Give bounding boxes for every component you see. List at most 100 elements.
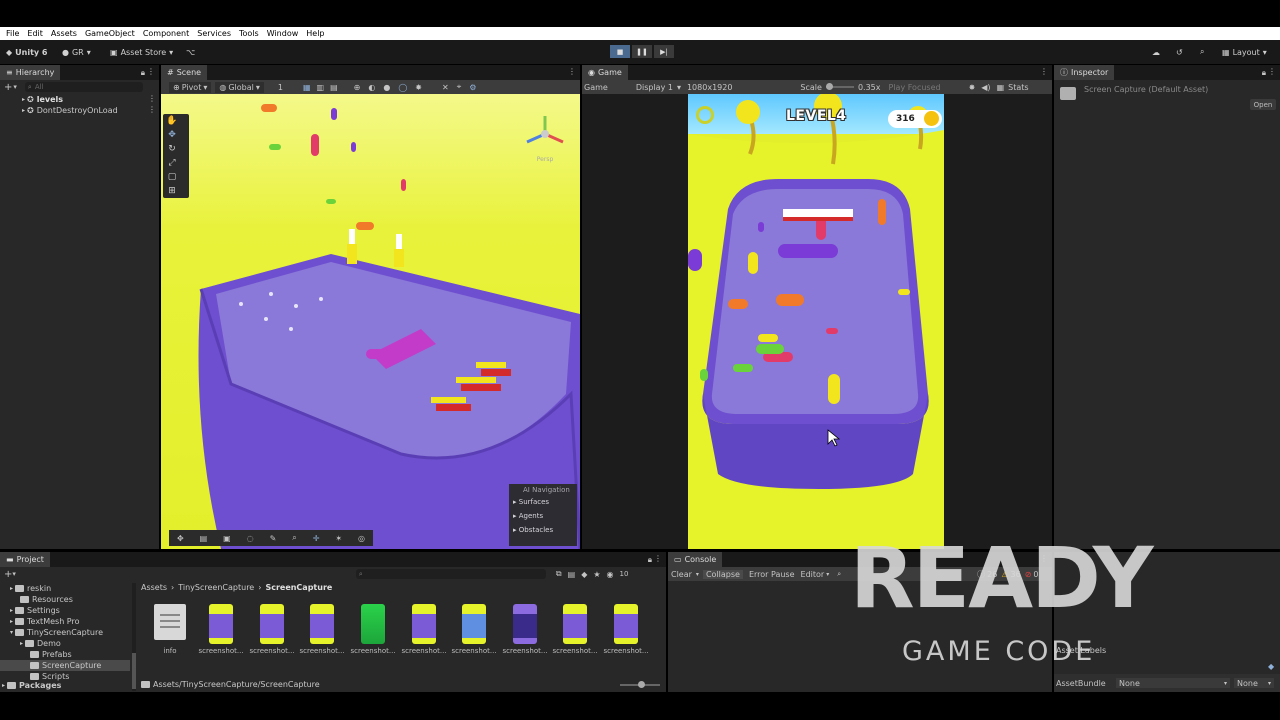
tag-icon[interactable]: ◆ [1268,662,1274,671]
tree-item-prefabs[interactable]: Prefabs [30,649,72,660]
type-filter-icon[interactable]: ▤ [568,570,576,579]
star-icon[interactable]: ★ [593,570,600,579]
menu-assets[interactable]: Assets [51,29,77,38]
camera-icon[interactable]: ◎ [358,534,365,543]
game-mode-dropdown[interactable]: Game [584,83,608,92]
tree-item-packages[interactable]: ▸ Packages [2,680,61,691]
tab-hierarchy[interactable]: ≡ Hierarchy [0,65,61,80]
tab-project[interactable]: ▬ Project [0,552,50,567]
search-icon[interactable]: ⌕ [1200,46,1204,58]
kebab-menu-icon[interactable]: ⋮ [148,105,156,114]
cloud-icon[interactable]: ☁ [1152,46,1160,58]
settings-ring-icon[interactable] [696,106,714,124]
scale-tool-icon[interactable]: ⤢ [163,156,181,170]
light-icon[interactable]: ✶ [335,534,342,543]
transform-tool-icon[interactable]: ⊞ [163,184,181,198]
tree-item-textmesh-pro[interactable]: ▸ TextMesh Pro [10,616,80,627]
audio-icon[interactable]: ◀) [981,83,990,92]
orbit-icon[interactable]: ◌ [247,534,254,543]
tree-scrollbar[interactable] [132,583,136,691]
tab-scene[interactable]: # Scene [161,65,208,80]
grid-toggle-icon[interactable]: ▦ [303,83,311,92]
tab-inspector[interactable]: ⓘ Inspector [1054,65,1115,80]
kebab-menu-icon[interactable]: ⋮ [568,67,576,76]
chevron-down-icon[interactable]: ▾ [13,83,17,91]
pivot-dropdown[interactable]: ⊕ Pivot ▾ [169,81,212,93]
menu-component[interactable]: Component [143,29,189,38]
snap-icon[interactable]: ▥ [317,83,325,92]
tree-item-settings[interactable]: ▸ Settings [10,605,60,616]
menu-gameobject[interactable]: GameObject [85,29,135,38]
screenshot-thumbnail[interactable] [563,604,587,644]
lock-icon[interactable]: 🔒︎ [1262,68,1266,78]
resolution-dropdown[interactable]: 1080x1920 [687,83,732,92]
gizmos-icon[interactable]: ⚙ [469,83,476,92]
hierarchy-search-input[interactable]: ⌕ All [24,82,143,92]
asset-variant-dropdown[interactable]: None ▾ [1234,678,1274,688]
ai-nav-obstacles[interactable]: ▸ Obstacles [509,520,577,534]
sphere-icon[interactable]: ● [383,83,390,92]
add-icon[interactable]: + [4,569,12,580]
grid-icon[interactable]: ▤ [200,534,208,543]
menu-edit[interactable]: Edit [27,29,43,38]
menu-tools[interactable]: Tools [239,29,259,38]
hierarchy-item-levels[interactable]: ▸ ✪ levels [22,94,63,105]
move-tool-icon[interactable]: ✥ [163,128,181,142]
screenshot-thumbnail[interactable] [260,604,284,644]
tree-item-screencapture[interactable]: ScreenCapture [0,660,130,671]
project-search-input[interactable]: ⌕ [355,569,546,579]
pause-button[interactable]: ❚❚ [632,45,652,58]
shaded-icon[interactable]: ◐ [368,83,375,92]
ai-nav-surfaces[interactable]: ▸ Surfaces [509,494,577,506]
kebab-menu-icon[interactable]: ⋮ [1268,67,1276,76]
menu-services[interactable]: Services [197,29,231,38]
error-pause-button[interactable]: Error Pause [749,570,795,579]
tools-icon[interactable]: ⌖ [457,82,462,92]
editor-dropdown[interactable]: Editor [801,570,825,579]
screenshot-thumbnail[interactable] [361,604,385,644]
clear-button[interactable]: Clear [671,570,692,579]
increment-snap-icon[interactable]: ▤ [330,83,338,92]
move-icon[interactable]: ✥ [177,534,184,543]
tree-item-demo[interactable]: ▸ Demo [20,638,61,649]
breadcrumb-tinyscreencapture[interactable]: TinyScreenCapture [178,583,254,592]
step-button[interactable]: ▶| [654,45,674,58]
label-icon[interactable]: ◆ [581,570,587,579]
add-icon[interactable]: + [4,82,12,93]
effects-icon[interactable]: ✸ [415,83,422,92]
tree-item-tinyscreencapture[interactable]: ▾ TinyScreenCapture [10,627,103,638]
menu-file[interactable]: File [6,29,19,38]
asset-bundle-dropdown[interactable]: None ▾ [1116,678,1230,688]
zoom-slider[interactable] [620,681,660,688]
tree-item-reskin[interactable]: ▸ reskin [10,583,51,594]
menu-window[interactable]: Window [267,29,299,38]
breadcrumb-assets[interactable]: Assets [141,583,167,592]
orientation-gizmo[interactable]: Persp [523,114,567,164]
grid-icon[interactable]: ▦ [997,83,1005,92]
eye-icon[interactable]: ◉ [607,570,614,579]
screenshot-thumbnail[interactable] [462,604,486,644]
global-dropdown[interactable]: ◍ Global ▾ [215,81,264,93]
breadcrumb-screencapture[interactable]: ScreenCapture [265,583,332,592]
scale-slider[interactable] [825,83,854,90]
tree-item-resources[interactable]: Resources [20,594,73,605]
hand-tool-icon[interactable]: ✋ [163,114,181,128]
stats-button[interactable]: Stats [1008,83,1028,92]
screenshot-thumbnail[interactable] [513,604,537,644]
tab-game[interactable]: ◉ Game [582,65,628,80]
slider-handle[interactable] [825,83,833,90]
version-control-icon[interactable]: ⌥ [186,46,195,58]
ai-nav-agents[interactable]: ▸ Agents [509,506,577,520]
lock-icon[interactable]: 🔒︎ [141,68,145,78]
open-button[interactable]: Open [1250,99,1276,110]
rect-tool-icon[interactable]: ▢ [163,170,181,184]
slider-handle[interactable] [638,681,645,688]
visibility-icon[interactable]: ✕ [442,83,449,92]
box-icon[interactable]: ▣ [223,534,231,543]
kebab-menu-icon[interactable]: ⋮ [1040,67,1048,76]
grid-snap-value[interactable]: 1 [278,83,283,92]
mute-icon[interactable]: ✸ [969,83,976,92]
game-view[interactable]: LEVEL4 316 [688,94,944,549]
paint-icon[interactable]: ✎ [270,534,277,543]
lock-icon[interactable]: 🔒︎ [648,555,652,565]
